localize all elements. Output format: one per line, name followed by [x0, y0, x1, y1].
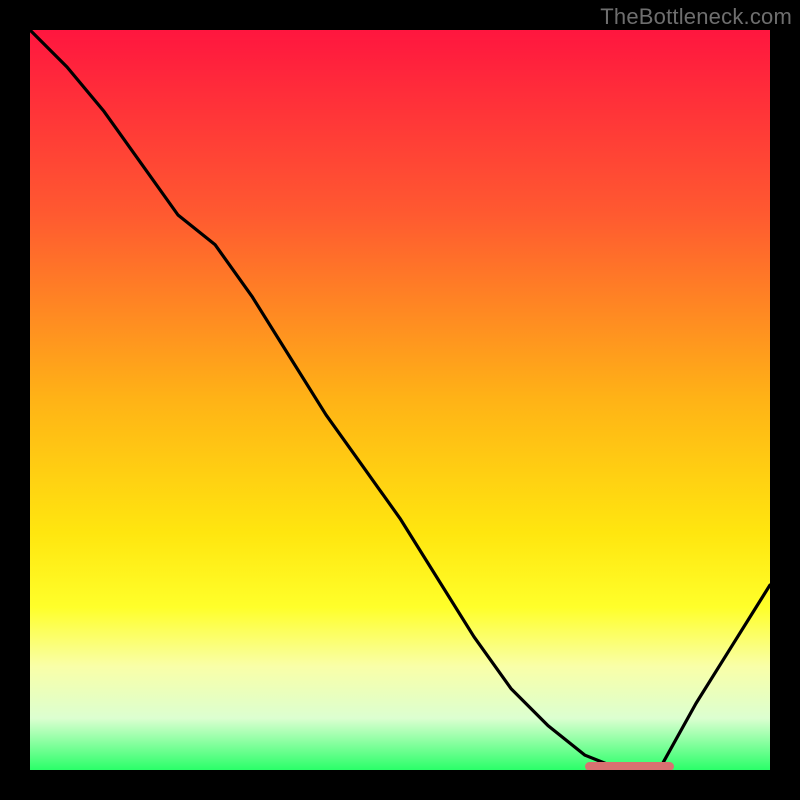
bottleneck-curve	[30, 30, 770, 770]
plot-area	[30, 30, 770, 770]
watermark-text: TheBottleneck.com	[600, 4, 792, 30]
chart-frame: TheBottleneck.com	[0, 0, 800, 800]
optimal-range-marker	[585, 762, 674, 770]
